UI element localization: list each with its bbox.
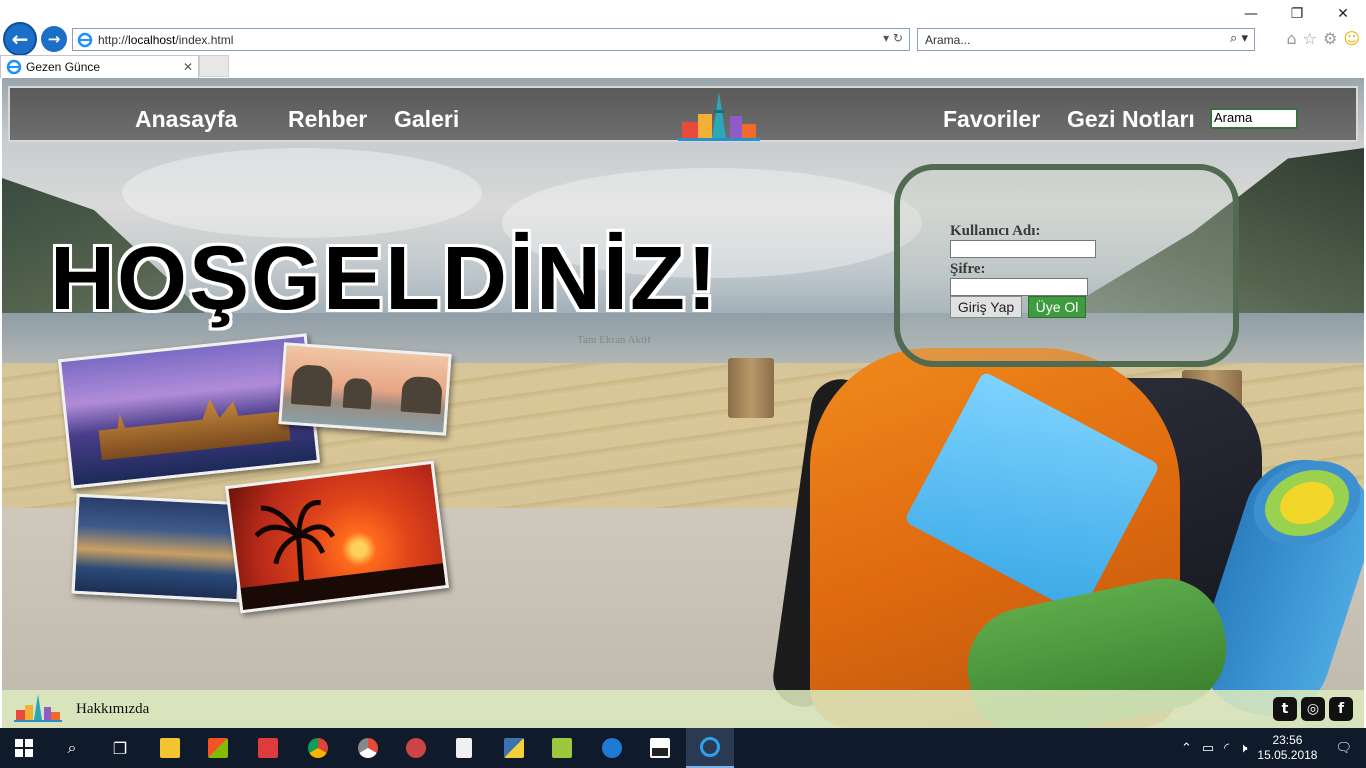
- gear-icon[interactable]: ⚙: [1323, 29, 1337, 48]
- browser-toolbar-icons: ⌂ ☆ ⚙ ☺: [1286, 29, 1360, 48]
- paint-icon[interactable]: [392, 728, 440, 768]
- nav-search-input[interactable]: Arama: [1210, 108, 1298, 129]
- chrome-icon[interactable]: [294, 728, 342, 768]
- login-form: Kullanıcı Adı: Şifre: Giriş Yap Üye Ol: [894, 164, 1239, 367]
- nav-anasayfa[interactable]: Anasayfa: [135, 106, 237, 133]
- nav-galeri[interactable]: Galeri: [394, 106, 459, 133]
- welcome-heading: HOŞGELDİNİZ!: [49, 228, 719, 331]
- karst-rock: [342, 377, 373, 410]
- search-icon[interactable]: ⌕ ▾: [1230, 31, 1248, 46]
- smiley-feedback-icon[interactable]: ☺: [1343, 29, 1360, 48]
- nav-gezi-notlari[interactable]: Gezi Notları: [1067, 106, 1195, 133]
- password-label: Şifre:: [950, 261, 986, 277]
- browser-search-placeholder: Arama...: [925, 32, 971, 47]
- twitter-icon[interactable]: t: [1273, 697, 1297, 721]
- nav-favoriler[interactable]: Favoriler: [943, 106, 1040, 133]
- arrow-right-icon: →: [47, 30, 61, 48]
- windows-start-icon[interactable]: [0, 728, 48, 768]
- page-viewport: Anasayfa Rehber Galeri Favoriler Gezi No…: [2, 78, 1364, 728]
- browser-chrome: — ❐ ✕ ← → http://localhost/index.html ▾ …: [0, 0, 1366, 78]
- chevron-up-icon[interactable]: ⌃: [1181, 741, 1192, 756]
- gift-icon[interactable]: [244, 728, 292, 768]
- window-controls: — ❐ ✕: [1228, 0, 1366, 28]
- task-view-icon[interactable]: ❐: [96, 728, 144, 768]
- halong-bay-photo: [278, 342, 452, 436]
- battery-icon[interactable]: ▭: [1202, 741, 1214, 756]
- notifications-icon[interactable]: 🗨: [1335, 741, 1352, 756]
- facebook-icon[interactable]: f: [1329, 697, 1353, 721]
- internet-explorer-icon[interactable]: [686, 728, 734, 768]
- python-icon[interactable]: [490, 728, 538, 768]
- favorites-star-icon[interactable]: ☆: [1303, 29, 1317, 48]
- tab-close-icon[interactable]: ✕: [183, 60, 193, 74]
- pier-post: [728, 358, 774, 418]
- ie-icon: [77, 32, 93, 47]
- forward-button[interactable]: →: [41, 26, 67, 52]
- minimize-icon[interactable]: —: [1228, 0, 1274, 28]
- karst-rock: [290, 363, 334, 407]
- app-icon[interactable]: [344, 728, 392, 768]
- ie-icon: [6, 59, 22, 75]
- browser-tab[interactable]: Gezen Günce ✕: [0, 55, 199, 78]
- footer-logo[interactable]: [12, 692, 64, 724]
- faint-overlay-text: Tam Ekran Aktif: [577, 334, 651, 346]
- browser-search-input[interactable]: Arama... ⌕ ▾: [917, 28, 1255, 51]
- clock[interactable]: 23:56 15.05.2018: [1257, 733, 1317, 763]
- url-prefix: http://: [98, 32, 129, 47]
- windows-taskbar: ⌕ ❐ ⌃ ▭ ◜ 🕨 23:56 15.05.2018 🗨: [0, 728, 1366, 768]
- photos-icon[interactable]: [636, 728, 684, 768]
- search-icon[interactable]: ⌕: [48, 728, 96, 768]
- password-input[interactable]: [950, 278, 1088, 296]
- venice-photo: [71, 493, 245, 603]
- username-label: Kullanıcı Adı:: [950, 223, 1041, 239]
- restore-icon[interactable]: ❐: [1274, 0, 1320, 28]
- about-link[interactable]: Hakkımızda: [76, 701, 149, 718]
- signup-button[interactable]: Üye Ol: [1028, 296, 1086, 318]
- address-bar[interactable]: http://localhost/index.html ▾ ↻: [72, 28, 910, 51]
- notepad-icon[interactable]: [440, 728, 488, 768]
- instagram-icon[interactable]: ◎: [1301, 697, 1325, 721]
- tab-title: Gezen Günce: [26, 60, 101, 74]
- page-footer: Hakkımızda t ◎ f: [2, 690, 1364, 728]
- file-explorer-icon[interactable]: [146, 728, 194, 768]
- new-tab-button[interactable]: [199, 55, 229, 77]
- url-path: /index.html: [175, 32, 234, 47]
- volume-icon[interactable]: 🕨: [1239, 741, 1247, 756]
- close-icon[interactable]: ✕: [1320, 0, 1366, 28]
- store-icon[interactable]: [194, 728, 242, 768]
- top-navigation: Anasayfa Rehber Galeri Favoriler Gezi No…: [8, 86, 1358, 142]
- login-button[interactable]: Giriş Yap: [950, 296, 1022, 318]
- url-host: localhost: [128, 32, 176, 47]
- site-logo[interactable]: [674, 88, 764, 144]
- back-button[interactable]: ←: [3, 22, 37, 56]
- home-icon[interactable]: ⌂: [1286, 29, 1296, 48]
- refresh-icon[interactable]: ▾ ↻: [883, 31, 903, 45]
- system-tray: ⌃ ▭ ◜ 🕨 23:56 15.05.2018 🗨: [1181, 728, 1366, 768]
- cloud: [122, 148, 482, 238]
- sunset-palm-photo: [224, 460, 450, 614]
- nav-rehber[interactable]: Rehber: [288, 106, 367, 133]
- edge-icon[interactable]: [588, 728, 636, 768]
- karst-rock: [400, 375, 443, 415]
- parliament-silhouette: [96, 391, 290, 461]
- clock-time: 23:56: [1272, 733, 1303, 747]
- arrow-left-icon: ←: [11, 27, 29, 51]
- notepad-plus-icon[interactable]: [538, 728, 586, 768]
- clock-date: 15.05.2018: [1257, 748, 1318, 762]
- username-input[interactable]: [950, 240, 1096, 258]
- wifi-icon[interactable]: ◜: [1224, 741, 1229, 756]
